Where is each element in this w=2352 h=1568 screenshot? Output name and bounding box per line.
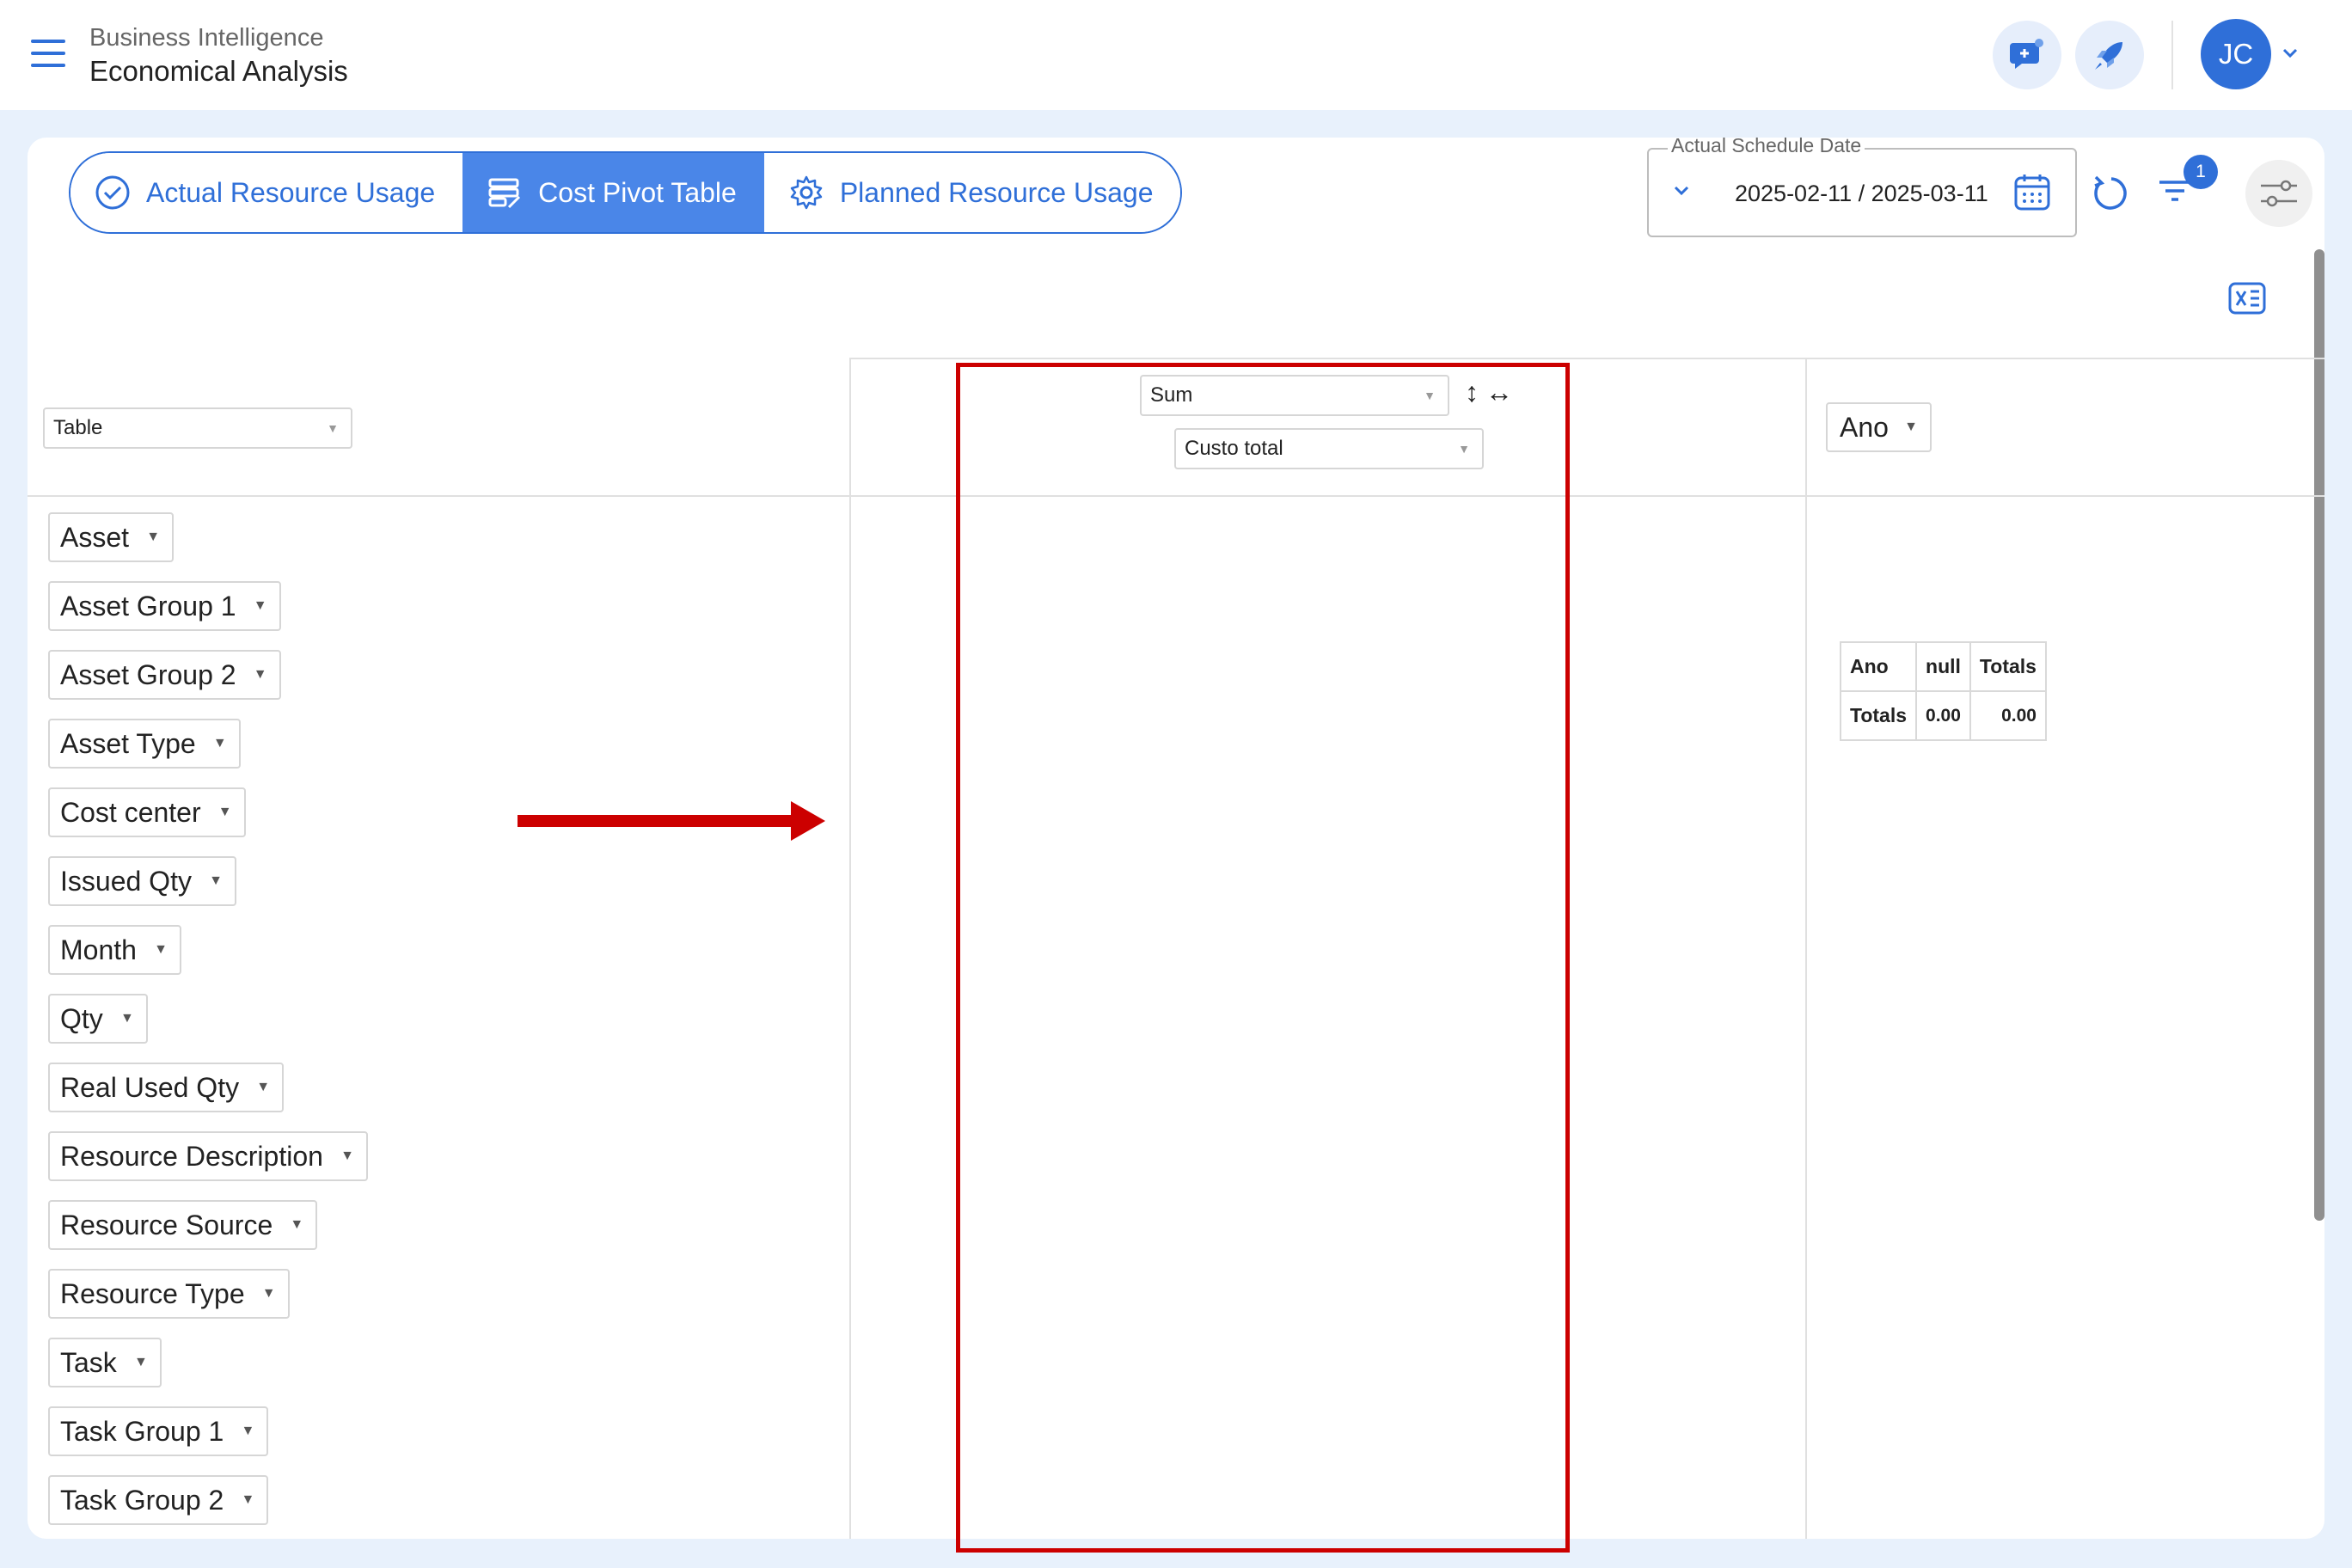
caret-icon: ▼ <box>146 530 161 544</box>
caret-icon: ▼ <box>1904 420 1918 434</box>
tab-label: Actual Resource Usage <box>146 176 436 208</box>
attr-label: Asset Type <box>60 727 196 759</box>
caret-icon: ▼ <box>253 667 267 682</box>
attr-label: Cost center <box>60 796 201 828</box>
table-header-cell: Totals <box>1969 641 2047 692</box>
caret-icon: ▼ <box>133 1355 148 1369</box>
attr-qty[interactable]: Qty ▼ <box>48 994 148 1044</box>
attr-label: Resource Type <box>60 1277 245 1309</box>
pivot-output-table: Ano null Totals Totals 0.00 0.00 <box>1839 641 2047 741</box>
table-row: Ano null Totals <box>1839 641 2047 692</box>
table-row-header: Totals <box>1839 690 1918 741</box>
attr-resource-description[interactable]: Resource Description ▼ <box>48 1131 368 1181</box>
menu-icon[interactable] <box>31 40 65 70</box>
attr-task-group-1[interactable]: Task Group 1 ▼ <box>48 1406 269 1456</box>
attr-task-group-2[interactable]: Task Group 2 ▼ <box>48 1475 269 1525</box>
tab-planned-resource-usage[interactable]: Planned Resource Usage <box>763 153 1181 232</box>
attr-label: Month <box>60 934 137 965</box>
tab-cost-pivot-table[interactable]: Cost Pivot Table <box>462 153 764 232</box>
table-row: Totals 0.00 0.00 <box>1839 690 2047 741</box>
attr-label: Task <box>60 1346 117 1378</box>
top-bar: Business Intelligence Economical Analysi… <box>0 0 2352 110</box>
chat-add-icon <box>2010 39 2043 69</box>
attr-month[interactable]: Month ▼ <box>48 925 181 975</box>
caret-icon: ▼ <box>241 1492 255 1507</box>
calendar-icon[interactable] <box>2013 172 2051 211</box>
check-circle-icon <box>95 175 130 210</box>
caret-icon: ▼ <box>212 736 227 750</box>
date-range-value[interactable]: 2025-02-11 / 2025-03-11 <box>1735 181 1988 207</box>
attr-label: Resource Description <box>60 1140 323 1172</box>
excel-export-icon[interactable] <box>2228 280 2266 316</box>
tab-actual-resource-usage[interactable]: Actual Resource Usage <box>70 153 463 232</box>
attr-asset[interactable]: Asset ▼ <box>48 512 175 562</box>
pivot-divider <box>849 358 2324 359</box>
refresh-icon[interactable] <box>2091 172 2128 213</box>
sliders-icon <box>2261 180 2297 207</box>
attr-asset-type[interactable]: Asset Type ▼ <box>48 719 241 769</box>
app-section-label: Business Intelligence <box>89 24 324 52</box>
tab-label: Planned Resource Usage <box>839 176 1154 208</box>
renderer-select[interactable]: Table ▼ <box>43 407 352 449</box>
column-attr-ano[interactable]: Ano ▼ <box>1826 402 1932 452</box>
table-header-cell: null <box>1915 641 1971 692</box>
caret-icon: ▼ <box>241 1424 255 1438</box>
header-divider <box>2171 21 2173 89</box>
table-edit-icon <box>488 178 521 209</box>
caret-icon: ▼ <box>217 805 232 819</box>
attr-asset-group-1[interactable]: Asset Group 1 ▼ <box>48 581 281 631</box>
caret-icon: ▼ <box>327 421 339 435</box>
filter-count-badge: 1 <box>2184 155 2218 189</box>
vertical-scrollbar[interactable] <box>2314 249 2324 1221</box>
attr-asset-group-2[interactable]: Asset Group 2 ▼ <box>48 650 281 700</box>
user-initials: JC <box>2218 38 2254 70</box>
attr-task[interactable]: Task ▼ <box>48 1338 162 1387</box>
attr-real-used-qty[interactable]: Real Used Qty ▼ <box>48 1063 285 1112</box>
arrow-right-icon <box>518 801 825 841</box>
caret-icon: ▼ <box>340 1148 354 1163</box>
pivot-divider <box>1805 358 1807 1539</box>
attr-label: Asset <box>60 521 130 553</box>
attr-label: Task Group 1 <box>60 1415 224 1447</box>
table-header-cell: Ano <box>1839 641 1918 692</box>
chat-button[interactable] <box>1993 21 2061 89</box>
attr-label: Ano <box>1840 411 1889 443</box>
gear-icon <box>790 175 823 210</box>
caret-icon: ▼ <box>154 942 168 957</box>
pivot-divider <box>849 358 851 1539</box>
attr-label: Qty <box>60 1002 103 1034</box>
highlight-box <box>956 363 1570 1553</box>
caret-icon: ▼ <box>261 1286 276 1301</box>
caret-icon: ▼ <box>290 1217 304 1232</box>
caret-icon: ▼ <box>253 598 267 613</box>
caret-icon: ▼ <box>209 873 223 888</box>
attr-label: Task Group 2 <box>60 1484 224 1516</box>
attr-label: Issued Qty <box>60 865 192 897</box>
table-cell: 0.00 <box>1915 690 1971 741</box>
date-range-label: Actual Schedule Date <box>1668 138 1865 157</box>
attr-label: Resource Source <box>60 1209 273 1240</box>
attr-resource-source[interactable]: Resource Source ▼ <box>48 1200 318 1250</box>
attr-issued-qty[interactable]: Issued Qty ▼ <box>48 856 236 906</box>
page-title: Economical Analysis <box>89 55 348 87</box>
rocket-button[interactable] <box>2075 21 2144 89</box>
chevron-down-icon[interactable] <box>2280 43 2300 64</box>
view-tabs: Actual Resource Usage Cost Pivot Table P… <box>69 151 1183 234</box>
renderer-value: Table <box>53 416 103 439</box>
tab-label: Cost Pivot Table <box>538 176 737 208</box>
chevron-down-icon[interactable] <box>1671 181 1692 201</box>
attr-label: Real Used Qty <box>60 1071 240 1103</box>
rocket-icon <box>2095 42 2122 70</box>
attr-label: Asset Group 2 <box>60 658 236 690</box>
settings-button[interactable] <box>2245 160 2312 227</box>
caret-icon: ▼ <box>256 1080 271 1094</box>
table-cell: 0.00 <box>1969 690 2047 741</box>
caret-icon: ▼ <box>119 1011 134 1026</box>
avatar[interactable]: JC <box>2201 19 2271 89</box>
attr-label: Asset Group 1 <box>60 590 236 622</box>
attr-cost-center[interactable]: Cost center ▼ <box>48 787 246 837</box>
attr-resource-type[interactable]: Resource Type ▼ <box>48 1269 290 1319</box>
